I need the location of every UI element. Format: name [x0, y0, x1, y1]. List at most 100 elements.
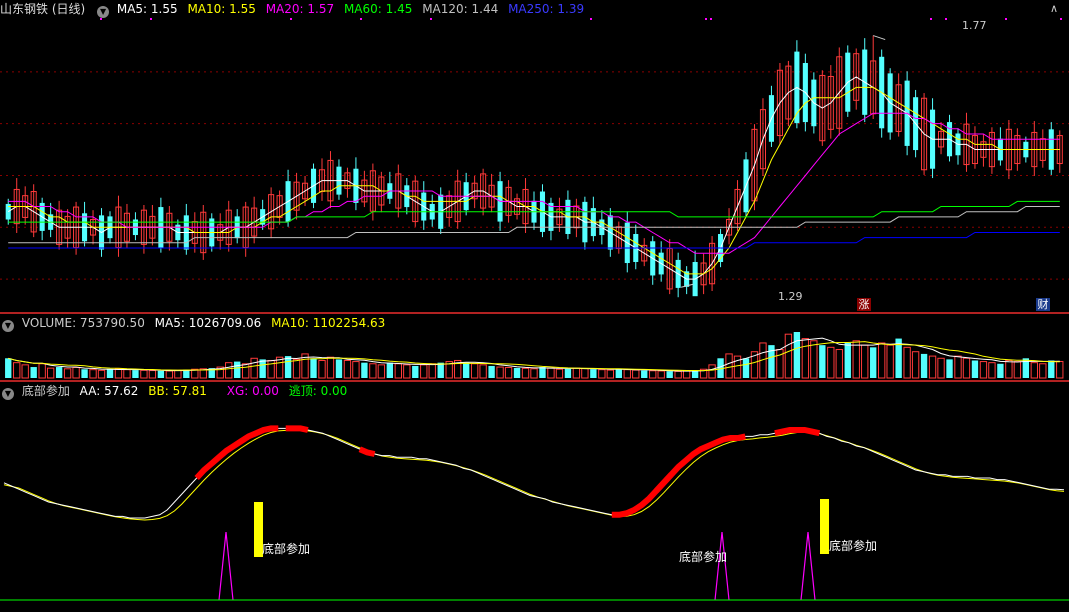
volume-bar [649, 370, 657, 379]
volume-bar [420, 364, 428, 379]
volume-bar [140, 369, 148, 379]
volume-bar [920, 353, 928, 378]
volume-bar [1005, 359, 1013, 379]
ma250-readout: MA250: 1.39 [508, 2, 585, 16]
volume-ma5-readout: MA5: 1026709.06 [154, 316, 262, 330]
indicator-chart [0, 425, 1069, 601]
volume-bar [361, 362, 368, 378]
signal-dot [705, 18, 707, 20]
volume-bar [318, 359, 326, 379]
volume-bar [641, 370, 648, 378]
volume-bar [615, 368, 622, 378]
bottom-signal-label-1: 底部参加 [262, 542, 311, 556]
volume-bar [250, 357, 258, 379]
signal-dot [100, 18, 102, 20]
volume-bar [946, 359, 953, 378]
signal-dot [150, 18, 152, 20]
volume-bar [38, 363, 46, 379]
volume-bar [903, 346, 911, 379]
volume-bar [878, 342, 886, 379]
bb-line [3, 429, 1065, 521]
ma5-readout: MA5: 1.55 [116, 2, 178, 16]
maximize-icon[interactable]: ∧ [1050, 2, 1058, 15]
volume-bar [564, 368, 572, 378]
ma-line-ma20 [8, 112, 1060, 254]
volume-panel: ▼ VOLUME: 753790.50 MA5: 1026709.06 MA10… [0, 314, 1069, 380]
volume-bar [911, 351, 920, 379]
volume-bar [13, 362, 21, 379]
volume-bar [530, 368, 538, 379]
volume-bar [572, 367, 581, 379]
indicator-title: 底部参加 [21, 384, 70, 398]
volume-bar [352, 361, 360, 379]
volume-bar [861, 344, 869, 379]
volume-bar [292, 358, 301, 379]
xg-spike [714, 531, 730, 601]
volume-bar [343, 359, 352, 379]
signal-dot [710, 18, 712, 20]
signal-dot [590, 18, 592, 20]
volume-bar [157, 370, 165, 378]
rising-segment [654, 433, 746, 493]
volume-bar [1030, 362, 1039, 379]
volume-bar [106, 369, 114, 378]
indicator-panel: ▼ 底部参加 AA: 57.62 BB: 57.81 XG: 0.00 逃顶: … [0, 382, 1069, 612]
volume-bar [852, 340, 860, 379]
signal-dot [360, 18, 362, 20]
volume-bar [1013, 361, 1022, 379]
volume-bar [412, 365, 419, 378]
volume-bar [997, 363, 1004, 378]
volume-bar [234, 361, 241, 378]
volume-bar [682, 370, 691, 379]
indicator-chevron-icon[interactable]: ▼ [2, 388, 14, 400]
volume-bar [819, 345, 826, 378]
volume-bar [55, 367, 63, 378]
rising-segment [285, 425, 309, 433]
price-panel: 山东钢铁 (日线) ▼ MA5: 1.55 MA10: 1.55 MA20: 1… [0, 0, 1069, 312]
volume-bar [870, 347, 877, 378]
settings-chevron-icon[interactable]: ▼ [97, 6, 110, 18]
volume-bar [488, 365, 495, 378]
volume-bar [5, 358, 12, 378]
volume-bar [148, 370, 157, 379]
signal-dot [430, 18, 432, 20]
tag-zhang[interactable]: 涨 [857, 298, 871, 311]
volume-bar [979, 361, 988, 379]
volume-bar [521, 367, 530, 379]
bottom-signal-label-3: 底部参加 [829, 539, 878, 553]
signal-dot [290, 18, 292, 20]
volume-bar [437, 362, 444, 378]
volume-bar [971, 360, 979, 378]
signal-dot [945, 18, 947, 20]
volume-bar [623, 369, 631, 379]
aa-readout: AA: 57.62 [79, 384, 139, 398]
volume-ma10-line [8, 341, 1060, 372]
volume-bar [1048, 360, 1055, 378]
volume-bar [242, 363, 250, 379]
volume-bar [225, 362, 233, 379]
low-label: 1.29 [778, 290, 803, 303]
volume-bar [123, 369, 131, 379]
ma20-readout: MA20: 1.57 [265, 2, 335, 16]
aa-line [3, 427, 1065, 519]
escape-readout: 逃顶: 0.00 [288, 384, 348, 398]
volume-chevron-icon[interactable]: ▼ [2, 320, 14, 332]
volume-bar [335, 359, 343, 378]
volume-bar [165, 370, 174, 379]
volume-bar [708, 364, 716, 379]
volume-bar [555, 368, 564, 379]
volume-bar [928, 355, 937, 379]
volume-readout: VOLUME: 753790.50 [21, 316, 145, 330]
volume-bar [496, 366, 504, 379]
volume-ma10-readout: MA10: 1102254.63 [271, 316, 386, 330]
volume-bar [89, 369, 97, 379]
volume-bar [835, 349, 843, 379]
volume-bar [504, 366, 513, 379]
signal-bar [820, 499, 829, 554]
xg-spike [800, 531, 816, 601]
rising-segment [358, 446, 376, 457]
volume-bar [72, 366, 80, 379]
tag-cai[interactable]: 财 [1036, 298, 1050, 311]
rising-segment [194, 425, 279, 481]
volume-bar [470, 363, 479, 379]
